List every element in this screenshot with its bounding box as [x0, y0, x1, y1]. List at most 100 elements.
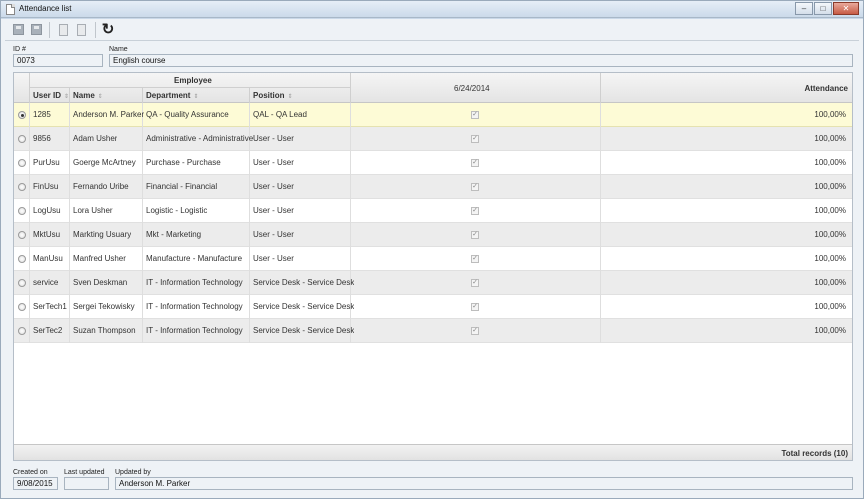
attendance-checkbox[interactable]: ✓: [471, 303, 479, 311]
cell-user-id: LogUsu: [33, 206, 61, 215]
cell-user-id: 1285: [33, 110, 51, 119]
table-row[interactable]: SerTec2 Suzan Thompson IT - Information Te…: [14, 319, 852, 343]
paste-icon[interactable]: [73, 22, 89, 38]
id-field[interactable]: 0073: [13, 54, 103, 67]
row-select-radio[interactable]: [18, 207, 26, 215]
cell-department: IT - Information Technology: [146, 302, 243, 311]
col-name[interactable]: Name ⇕: [73, 91, 103, 100]
cell-department: Purchase - Purchase: [146, 158, 221, 167]
cell-department: IT - Information Technology: [146, 278, 243, 287]
col-date[interactable]: 6/24/2014: [454, 84, 490, 93]
cell-name: Fernando Uribe: [73, 182, 129, 191]
cell-attendance: 100,00%: [814, 326, 846, 335]
cell-attendance: 100,00%: [814, 254, 846, 263]
toolbar-separator: [95, 22, 96, 38]
table-row[interactable]: SerTech1 Sergei Tekowisky IT - Information…: [14, 295, 852, 319]
row-select-radio[interactable]: [18, 159, 26, 167]
maximize-icon[interactable]: □: [814, 2, 832, 15]
row-select-radio[interactable]: [18, 279, 26, 287]
col-attendance[interactable]: Attendance: [804, 84, 848, 93]
cell-department: Logistic - Logistic: [146, 206, 208, 215]
cell-name: Sven Deskman: [73, 278, 128, 287]
cell-user-id: 9856: [33, 134, 51, 143]
last-updated-field[interactable]: [64, 477, 109, 490]
table-row[interactable]: service Sven Deskman IT - Information Tech…: [14, 271, 852, 295]
grid-footer: Total records (10): [14, 444, 852, 460]
name-field[interactable]: English course: [109, 54, 853, 67]
cell-name: Anderson M. Parker: [73, 110, 145, 119]
attendance-checkbox[interactable]: ✓: [471, 207, 479, 215]
table-row[interactable]: PurUsu Goerge McArtney Purchase - Purchase…: [14, 151, 852, 175]
col-user-id[interactable]: User ID ⇕: [33, 91, 69, 100]
cell-position: Service Desk - Service Desk: [253, 302, 355, 311]
cell-department: IT - Information Technology: [146, 326, 243, 335]
sort-icon: ⇕: [287, 94, 293, 100]
cell-attendance: 100,00%: [814, 110, 846, 119]
cell-department: Financial - Financial: [146, 182, 218, 191]
table-row[interactable]: 9856 Adam Usher Administrative - Administr…: [14, 127, 852, 151]
row-select-radio[interactable]: [18, 327, 26, 335]
cell-attendance: 100,00%: [814, 230, 846, 239]
close-icon[interactable]: ✕: [833, 2, 859, 15]
table-row[interactable]: MktUsu Markting Usuary Mkt - Marketing User…: [14, 223, 852, 247]
cell-name: Goerge McArtney: [73, 158, 136, 167]
cell-name: Manfred Usher: [73, 254, 126, 263]
attendance-checkbox[interactable]: ✓: [471, 135, 479, 143]
cell-user-id: ManUsu: [33, 254, 63, 263]
save-icon[interactable]: [10, 22, 26, 38]
toolbar-separator: [49, 22, 50, 38]
attendance-checkbox[interactable]: ✓: [471, 255, 479, 263]
cell-department: Manufacture - Manufacture: [146, 254, 243, 263]
last-updated-label: Last updated: [64, 469, 105, 476]
sort-icon: ⇕: [64, 94, 70, 100]
col-position[interactable]: Position ⇕: [253, 91, 293, 100]
attendance-checkbox[interactable]: ✓: [471, 231, 479, 239]
name-label: Name: [109, 46, 128, 53]
cell-position: User - User: [253, 254, 294, 263]
copy-icon[interactable]: [55, 22, 71, 38]
cell-position: User - User: [253, 182, 294, 191]
table-row[interactable]: ManUsu Manfred Usher Manufacture - Manufac…: [14, 247, 852, 271]
updated-by-field[interactable]: Anderson M. Parker: [115, 477, 853, 490]
window-controls: – □ ✕: [794, 2, 859, 16]
cell-position: User - User: [253, 230, 294, 239]
cell-attendance: 100,00%: [814, 278, 846, 287]
title-bar[interactable]: Attendance list – □ ✕: [1, 1, 863, 18]
table-row[interactable]: LogUsu Lora Usher Logistic - Logistic User …: [14, 199, 852, 223]
attendance-checkbox[interactable]: ✓: [471, 279, 479, 287]
row-select-radio[interactable]: [18, 183, 26, 191]
created-on-label: Created on: [13, 469, 48, 476]
created-on-field[interactable]: 9/08/2015: [13, 477, 58, 490]
col-department[interactable]: Department ⇕: [146, 91, 198, 100]
minimize-icon[interactable]: –: [795, 2, 813, 15]
attendance-checkbox[interactable]: ✓: [471, 183, 479, 191]
cell-name: Sergei Tekowisky: [73, 302, 135, 311]
cell-department: Administrative - Administrative: [146, 134, 254, 143]
attendance-checkbox[interactable]: ✓: [471, 111, 479, 119]
refresh-icon[interactable]: ↻: [100, 22, 116, 38]
cell-position: User - User: [253, 206, 294, 215]
cell-position: Service Desk - Service Desk: [253, 278, 355, 287]
table-row[interactable]: FinUsu Fernando Uribe Financial - Financia…: [14, 175, 852, 199]
attendance-checkbox[interactable]: ✓: [471, 159, 479, 167]
row-select-radio[interactable]: [18, 303, 26, 311]
row-select-radio[interactable]: [18, 111, 26, 119]
cell-attendance: 100,00%: [814, 206, 846, 215]
row-select-radio[interactable]: [18, 135, 26, 143]
cell-name: Markting Usuary: [73, 230, 132, 239]
grid-header: Employee User ID ⇕ Name ⇕ Department ⇕ Posi…: [14, 73, 852, 103]
save-new-icon[interactable]: [28, 22, 44, 38]
cell-user-id: SerTech1: [33, 302, 67, 311]
cell-user-id: FinUsu: [33, 182, 59, 191]
table-row[interactable]: 1285 Anderson M. Parker QA - Quality Assur…: [14, 103, 852, 127]
id-label: ID #: [13, 46, 26, 53]
cell-user-id: MktUsu: [33, 230, 61, 239]
row-select-radio[interactable]: [18, 231, 26, 239]
cell-attendance: 100,00%: [814, 134, 846, 143]
cell-department: QA - Quality Assurance: [146, 110, 229, 119]
row-select-radio[interactable]: [18, 255, 26, 263]
attendance-checkbox[interactable]: ✓: [471, 327, 479, 335]
cell-name: Adam Usher: [73, 134, 118, 143]
cell-name: Lora Usher: [73, 206, 113, 215]
cell-user-id: service: [33, 278, 59, 287]
